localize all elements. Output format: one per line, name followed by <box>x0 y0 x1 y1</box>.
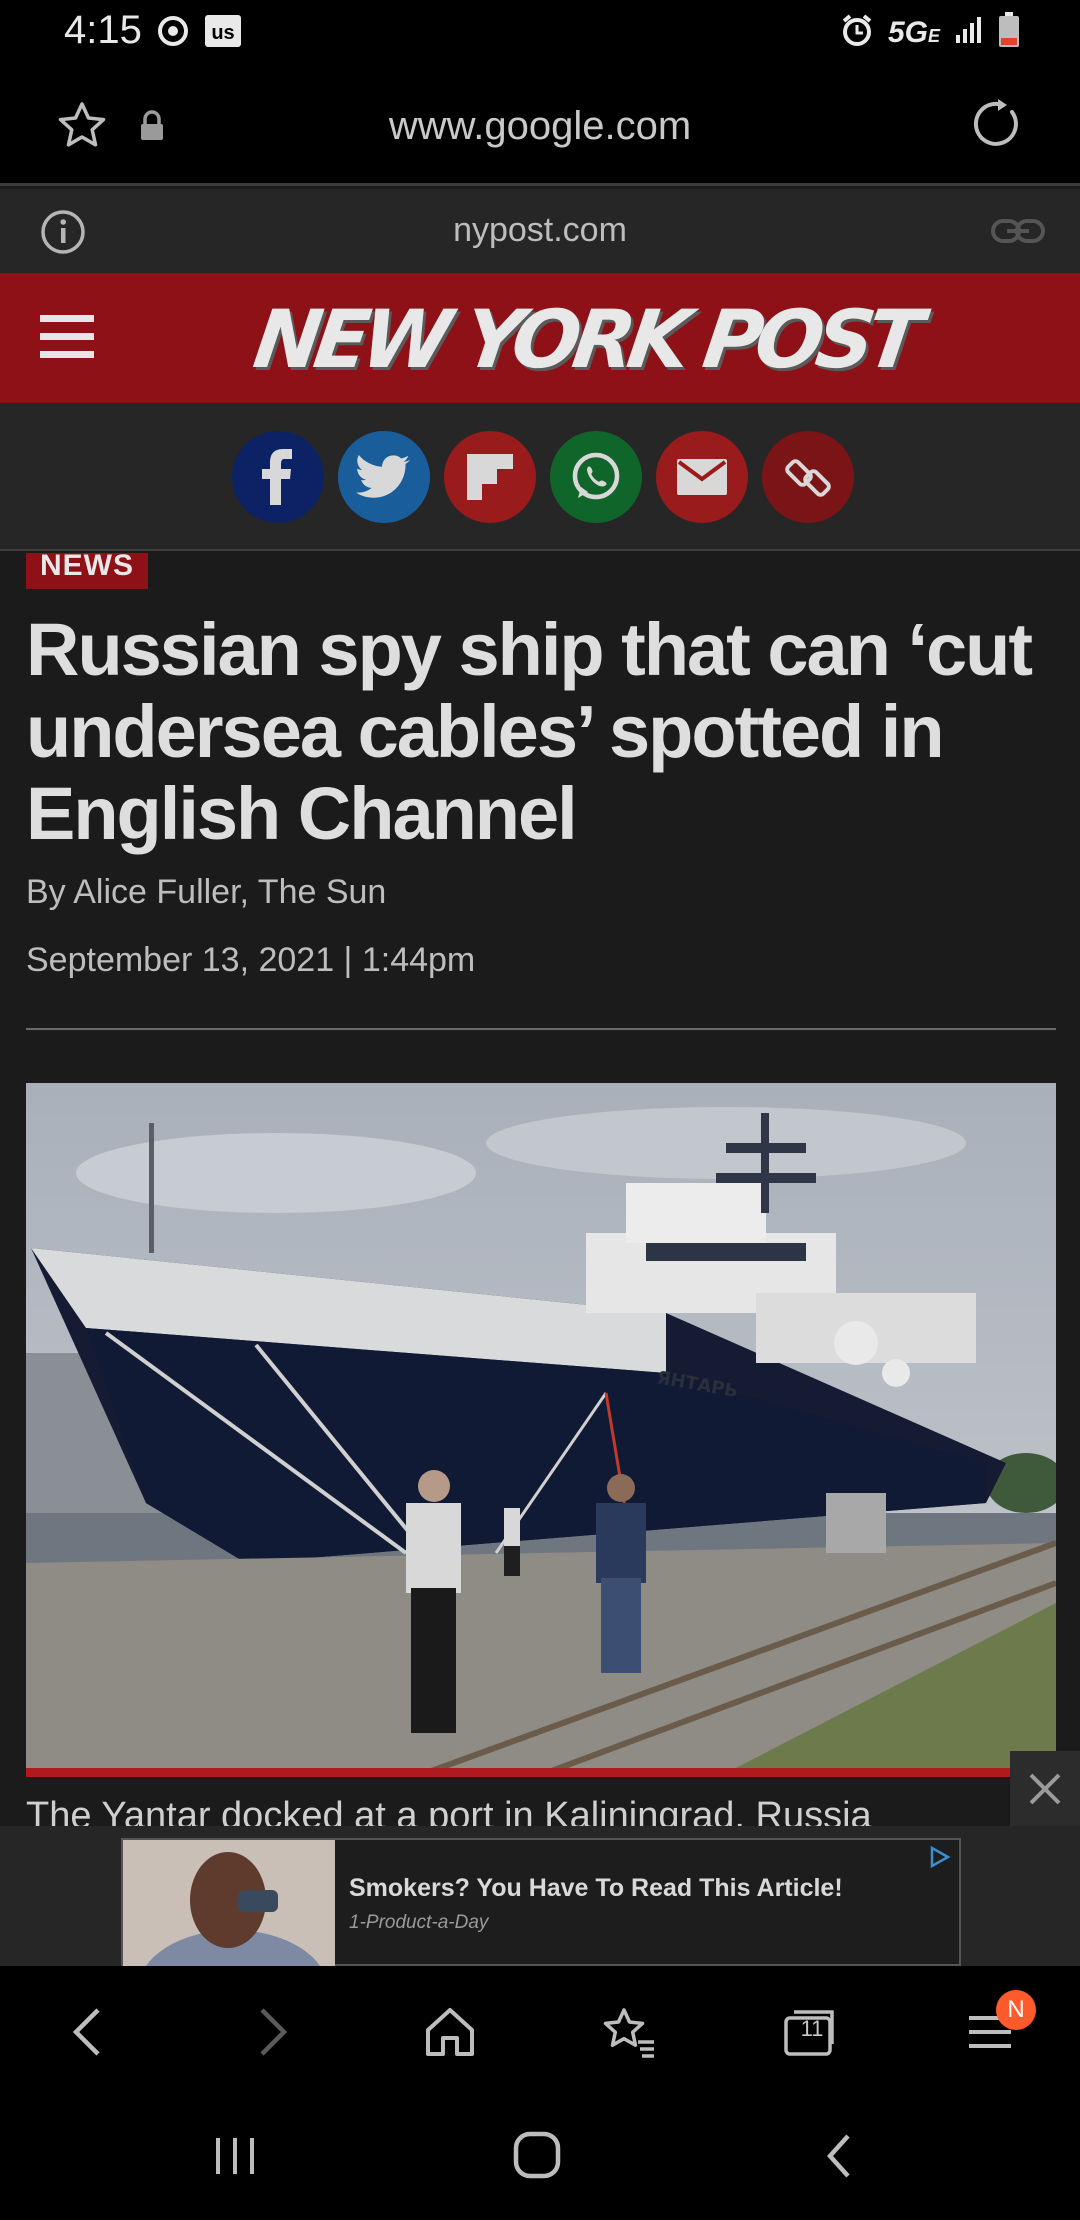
publish-date: September 13, 2021 | 1:44pm <box>26 941 476 979</box>
tab-count: 11 <box>800 2016 824 2041</box>
battery-icon <box>998 12 1020 53</box>
back-icon[interactable] <box>56 2000 120 2064</box>
hamburger-menu-icon[interactable] <box>40 315 94 359</box>
flipboard-icon[interactable] <box>444 431 536 523</box>
signal-icon <box>954 15 984 50</box>
byline: By Alice Fuller, The Sun <box>26 873 387 911</box>
svg-text:us: us <box>211 22 234 44</box>
close-icon[interactable] <box>1010 1751 1080 1826</box>
notification-badge: N <box>996 1990 1036 2030</box>
headline: Russian spy ship that can ‘cut undersea … <box>26 608 1033 855</box>
article: NEWS Russian spy ship that can ‘cut unde… <box>0 553 1080 1826</box>
alarm-icon <box>840 13 874 52</box>
menu-icon[interactable]: N <box>958 1990 1036 2064</box>
us-app-icon: us <box>204 14 242 53</box>
ad-card[interactable]: Smokers? You Have To Read This Article! … <box>121 1838 961 1966</box>
system-nav-bar <box>0 2096 1080 2220</box>
url-text[interactable]: www.google.com <box>0 104 1080 149</box>
back-nav-icon[interactable] <box>822 2132 856 2185</box>
status-bar: 4:15 us 5GE <box>0 0 1080 66</box>
tabs-icon[interactable]: 11 <box>778 2000 842 2064</box>
ad-banner: Smokers? You Have To Read This Article! … <box>0 1751 1080 1966</box>
email-icon[interactable] <box>656 431 748 523</box>
ad-sponsor: 1-Product-a-Day <box>349 1912 489 1933</box>
home-icon[interactable] <box>418 2000 482 2064</box>
status-time: 4:15 <box>64 8 142 52</box>
bookmarks-icon[interactable] <box>598 2000 662 2064</box>
whatsapp-icon[interactable] <box>550 431 642 523</box>
domain-text: nypost.com <box>453 211 627 249</box>
section-tag[interactable]: NEWS <box>26 553 148 589</box>
home-nav-icon[interactable] <box>512 2130 562 2185</box>
article-photo[interactable]: ЯНТАРЬ <box>26 1083 1056 1773</box>
site-info-bar: nypost.com <box>0 189 1080 273</box>
site-header: NEW YORK POST <box>0 273 1080 403</box>
facebook-icon[interactable] <box>232 431 324 523</box>
adchoices-icon[interactable] <box>929 1845 951 1873</box>
reload-icon[interactable] <box>972 98 1024 155</box>
share-bar <box>0 403 1080 551</box>
forward-icon[interactable] <box>240 2000 304 2064</box>
link-icon[interactable] <box>990 213 1046 254</box>
network-type: 5GE <box>887 15 940 49</box>
ad-image[interactable] <box>123 1840 335 1966</box>
sync-icon <box>156 14 190 53</box>
divider <box>26 1028 1056 1030</box>
twitter-icon[interactable] <box>338 431 430 523</box>
browser-toolbar: 11 N <box>0 1966 1080 2096</box>
photo-accent-bar <box>26 1768 1056 1777</box>
photo-caption: The Yantar docked at a port in Kaliningr… <box>26 1795 872 1826</box>
copy-link-icon[interactable] <box>762 431 854 523</box>
recent-apps-icon[interactable] <box>212 2136 258 2181</box>
ad-title[interactable]: Smokers? You Have To Read This Article! <box>349 1874 843 1903</box>
url-bar[interactable]: www.google.com <box>0 66 1080 186</box>
nypost-logo[interactable]: NEW YORK POST <box>248 293 921 386</box>
